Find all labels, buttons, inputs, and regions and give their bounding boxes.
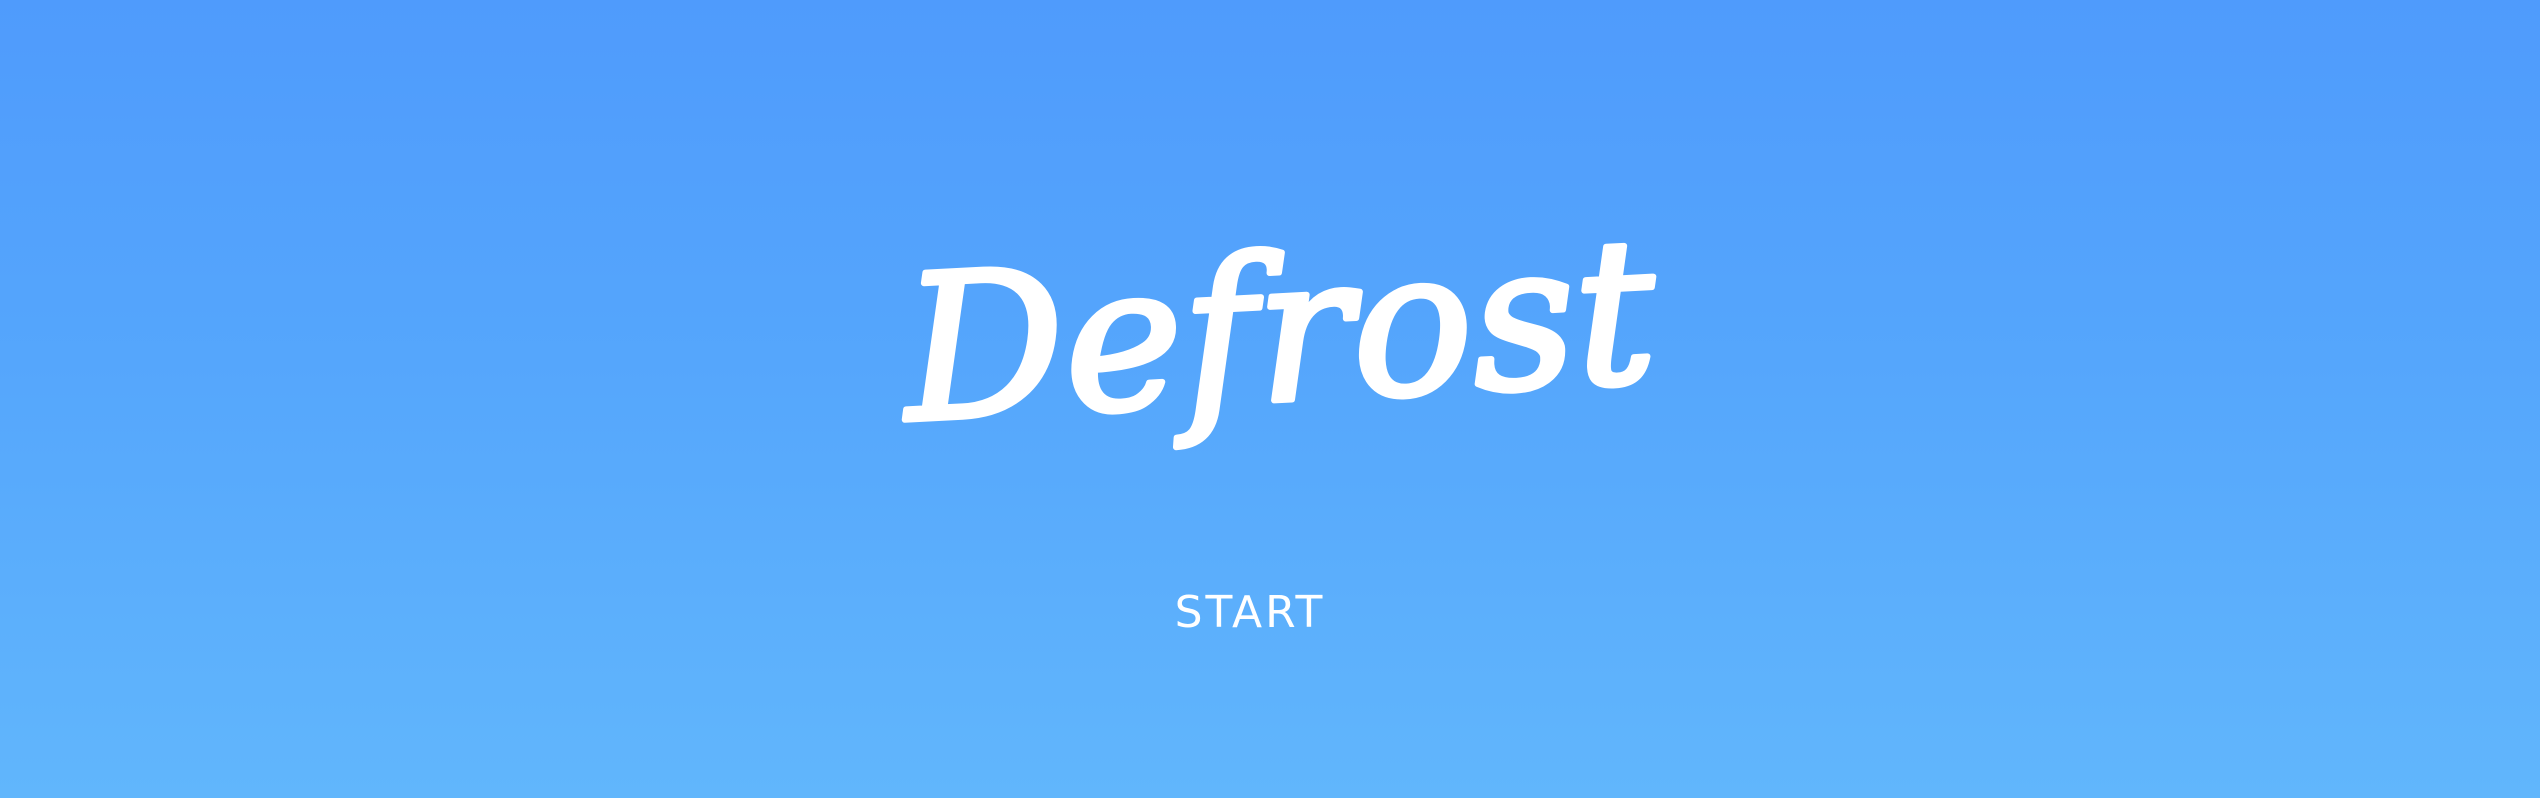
game-title: Defrost bbox=[894, 200, 1662, 468]
start-button[interactable]: START bbox=[1170, 580, 1330, 644]
game-title-logo: Defrost bbox=[891, 200, 1665, 470]
